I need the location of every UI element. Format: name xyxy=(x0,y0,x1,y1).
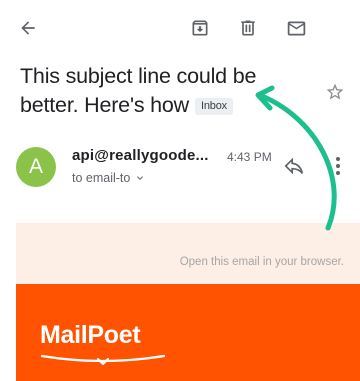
mailpoet-logo: MailPoet xyxy=(40,321,141,349)
email-subject: This subject line could be better. Here'… xyxy=(20,62,315,120)
sender-address[interactable]: api@reallygoode... xyxy=(72,147,209,164)
trash-icon[interactable] xyxy=(236,16,260,40)
more-vertical-icon[interactable] xyxy=(330,155,346,182)
recipient-label: to email-to xyxy=(72,171,131,185)
inbox-label-badge[interactable]: Inbox xyxy=(195,98,233,115)
mail-icon[interactable] xyxy=(284,16,308,40)
email-banner: MailPoet xyxy=(16,284,360,381)
star-icon[interactable] xyxy=(325,82,345,107)
received-time: 4:43 PM xyxy=(227,150,272,164)
chevron-down-icon xyxy=(137,176,144,180)
email-preheader: Open this email in your browser. xyxy=(16,223,360,284)
subject-block: This subject line could be better. Here'… xyxy=(20,62,315,120)
recipient-details[interactable]: to email-to xyxy=(72,171,146,185)
reply-icon[interactable] xyxy=(283,155,305,182)
toolbar xyxy=(0,0,360,56)
sender-avatar[interactable]: A xyxy=(16,147,56,187)
open-in-browser-link[interactable]: Open this email in your browser. xyxy=(180,256,344,268)
arrow-left-icon[interactable] xyxy=(16,16,40,40)
logo-smile-icon xyxy=(40,354,166,365)
archive-icon[interactable] xyxy=(188,16,212,40)
